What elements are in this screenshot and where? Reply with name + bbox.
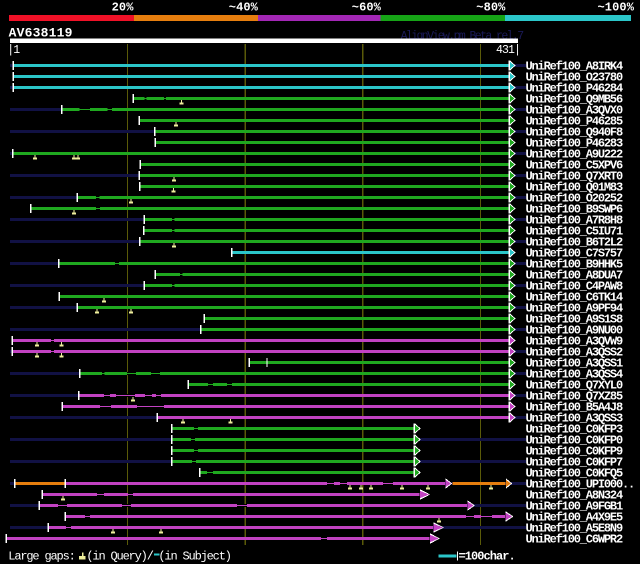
svg-text:Large gaps:: Large gaps:	[8, 550, 74, 564]
svg-text:~40%: ~40%	[229, 1, 259, 15]
svg-text:=100char.: =100char.	[459, 550, 515, 564]
svg-text:~80%: ~80%	[476, 1, 506, 15]
svg-text:~100%: ~100%	[597, 1, 634, 15]
svg-text:~60%: ~60%	[352, 1, 382, 15]
svg-text:(in Query)/: (in Query)/	[86, 550, 153, 564]
svg-text:AV638119: AV638119	[9, 26, 73, 41]
svg-text:|1: |1	[7, 44, 20, 57]
svg-text:431|: 431|	[496, 44, 520, 57]
svg-text:UniRef100_C6WPR2: UniRef100_C6WPR2	[526, 533, 623, 547]
svg-text:(in Subject): (in Subject)	[158, 550, 230, 564]
svg-text:20%: 20%	[112, 1, 135, 15]
